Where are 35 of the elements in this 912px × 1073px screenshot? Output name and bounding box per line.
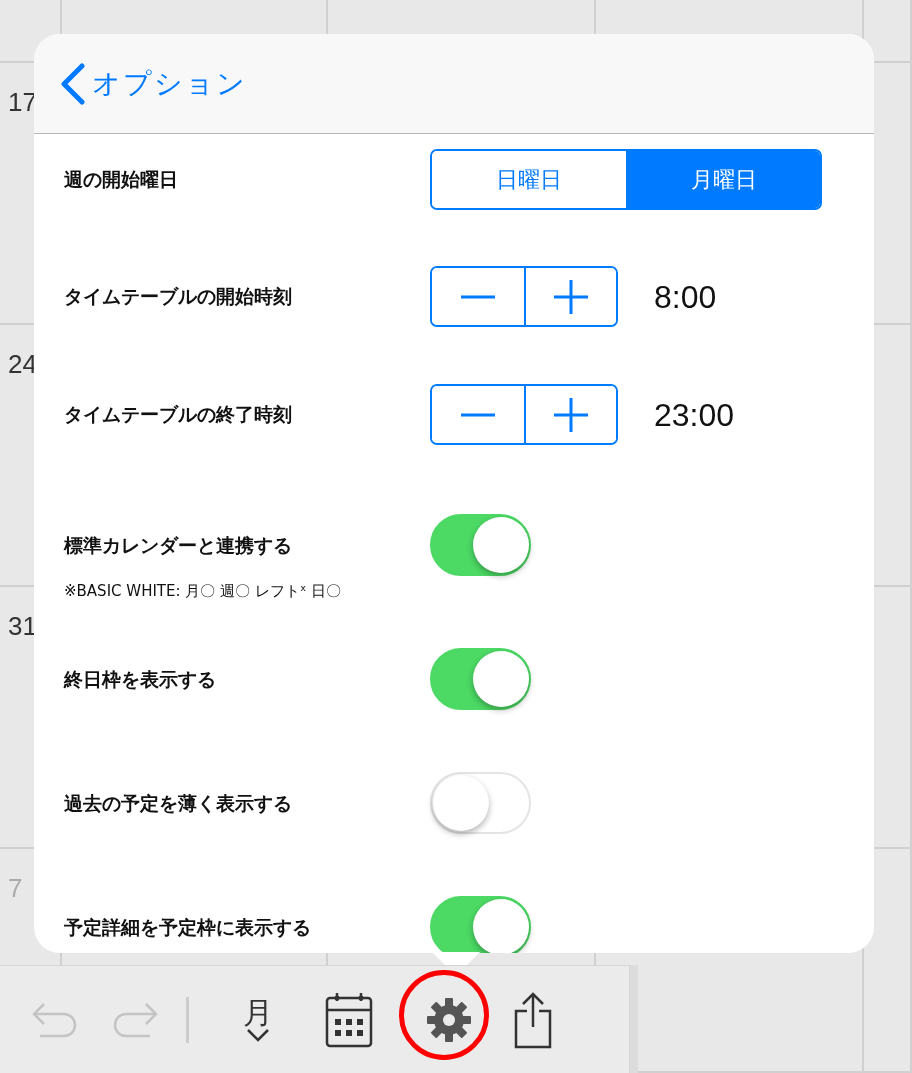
setting-label: 終日枠を表示する [64, 666, 217, 692]
time-value: 23:00 [654, 395, 735, 435]
plus-icon [554, 397, 588, 432]
calendar-icon [325, 991, 373, 1048]
setting-label: タイムテーブルの開始時刻 [64, 284, 293, 310]
toggle-switch[interactable] [430, 772, 531, 834]
settings-button[interactable] [427, 997, 471, 1042]
back-button[interactable]: オプション [60, 62, 247, 105]
settings-icon [427, 997, 471, 1042]
minus-icon [461, 294, 495, 299]
back-icon [60, 62, 86, 105]
setting-label: 予定詳細を予定枠に表示する [64, 914, 312, 940]
minus-icon [461, 412, 495, 417]
setting-label: タイムテーブルの終了時刻 [64, 402, 293, 428]
setting-label: 過去の予定を薄く表示する [64, 790, 293, 816]
date-number: 24 [7, 348, 37, 377]
plus-icon [554, 279, 588, 314]
setting-label: 週の開始曜日 [64, 167, 179, 193]
toggle-switch[interactable] [430, 514, 531, 576]
time-value: 8:00 [654, 277, 717, 317]
share-button[interactable] [513, 990, 553, 1049]
calendar-button[interactable] [325, 991, 373, 1048]
increment-button[interactable] [524, 386, 616, 443]
increment-button[interactable] [524, 268, 616, 325]
setting-label: 標準カレンダーと連携する [64, 532, 293, 558]
caret-icon [246, 1027, 270, 1042]
date-number: 17 [7, 86, 37, 115]
toggle-switch[interactable] [430, 896, 531, 953]
segment-option[interactable]: 月曜日 [626, 151, 820, 208]
setting-note: ※BASIC WHITE: 月〇 週〇 レフトˣ 日〇 [63, 581, 343, 602]
date-number: 7 [7, 872, 23, 901]
toggle-switch[interactable] [430, 648, 531, 710]
month-view-button[interactable]: 月 [243, 997, 273, 1042]
date-number: 31 [7, 610, 37, 639]
share-icon [513, 990, 553, 1049]
